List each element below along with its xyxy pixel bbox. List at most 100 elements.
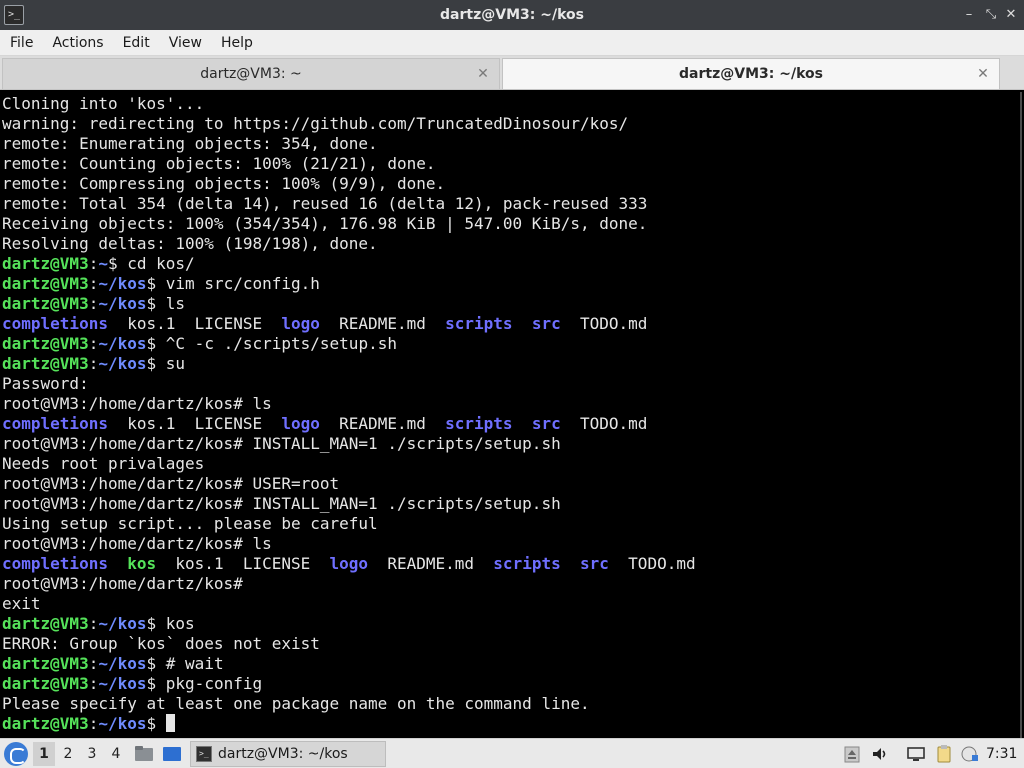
terminal-text: Please specify at least one package name…: [2, 694, 590, 713]
terminal-line: root@VM3:/home/dartz/kos# ls: [2, 534, 1020, 554]
menu-bar: File Actions Edit View Help: [0, 30, 1024, 56]
terminal-output[interactable]: Cloning into 'kos'... warning: redirectin…: [0, 92, 1022, 738]
terminal-text: dartz@VM3: [2, 274, 89, 293]
menu-file[interactable]: File: [0, 30, 42, 56]
terminal-text: src: [531, 314, 561, 333]
terminal-text: completions: [2, 414, 108, 433]
terminal-text: README.md: [319, 314, 446, 333]
terminal-text: :: [88, 274, 99, 293]
terminal-line: dartz@VM3:~/kos$ pkg-config: [2, 674, 1020, 694]
terminal-text: ~/kos: [98, 294, 147, 313]
menu-edit[interactable]: Edit: [113, 30, 159, 56]
workspace-2[interactable]: 2: [57, 742, 79, 766]
tab-close-icon[interactable]: ✕: [475, 59, 491, 90]
updates-icon[interactable]: [960, 744, 980, 764]
menu-view[interactable]: View: [159, 30, 211, 56]
clipboard-icon[interactable]: [934, 744, 954, 764]
terminal-text: $: [146, 714, 166, 733]
terminal-text: scripts: [493, 554, 561, 573]
terminal-text: scripts: [445, 314, 513, 333]
terminal-line: Please specify at least one package name…: [2, 694, 1020, 714]
terminal-line: ERROR: Group `kos` does not exist: [2, 634, 1020, 654]
menu-help[interactable]: Help: [211, 30, 262, 56]
workspace-1[interactable]: 1: [33, 742, 55, 766]
terminal-line: dartz@VM3:~/kos$ # wait: [2, 654, 1020, 674]
terminal-text: dartz@VM3: [2, 714, 89, 733]
start-menu-icon[interactable]: [4, 742, 28, 766]
terminal-text: README.md: [368, 554, 494, 573]
network-icon[interactable]: [906, 744, 926, 764]
terminal-text: src: [531, 414, 561, 433]
terminal-text: logo: [281, 414, 320, 433]
close-icon: ✕: [1005, 7, 1017, 22]
eject-icon[interactable]: [842, 744, 862, 764]
terminal-text: $ pkg-config: [146, 674, 263, 693]
terminal-line: Password:: [2, 374, 1020, 394]
terminal-line: Receiving objects: 100% (354/354), 176.9…: [2, 214, 1020, 234]
terminal-line: root@VM3:/home/dartz/kos# INSTALL_MAN=1 …: [2, 434, 1020, 454]
terminal-text: $ su: [146, 354, 186, 373]
terminal-text: root@VM3:/home/dartz/kos# INSTALL_MAN=1 …: [2, 434, 561, 453]
workspace-4[interactable]: 4: [105, 742, 127, 766]
tab-close-icon[interactable]: ✕: [975, 59, 991, 90]
taskbar-window-terminal[interactable]: >_ dartz@VM3: ~/kos: [190, 741, 386, 767]
volume-icon[interactable]: [870, 744, 890, 764]
terminal-text: Using setup script... please be careful: [2, 514, 378, 533]
terminal-text: exit: [2, 594, 41, 613]
terminal-text: README.md: [319, 414, 446, 433]
tab-bar: dartz@VM3: ~ ✕ dartz@VM3: ~/kos ✕: [0, 56, 1024, 90]
terminal-text: dartz@VM3: [2, 354, 89, 373]
terminal-text: TODO.md: [560, 314, 648, 333]
clock[interactable]: 7:31: [986, 739, 1017, 768]
terminal-text: src: [580, 554, 609, 573]
terminal-text: Needs root privalages: [2, 454, 205, 473]
terminal-text: dartz@VM3: [2, 254, 89, 273]
terminal-line: root@VM3:/home/dartz/kos# USER=root: [2, 474, 1020, 494]
taskbar: 1 2 3 4 >_ dartz@VM3: ~/kos 7:31: [0, 738, 1024, 768]
terminal-text: Resolving deltas: 100% (198/198), done.: [2, 234, 378, 253]
terminal-text: scripts: [445, 414, 513, 433]
tab-label: dartz@VM3: ~: [200, 66, 302, 82]
terminal-text: dartz@VM3: [2, 654, 89, 673]
terminal-text: completions: [2, 314, 108, 333]
terminal-text: dartz@VM3: [2, 294, 89, 313]
terminal-line: remote: Total 354 (delta 14), reused 16 …: [2, 194, 1020, 214]
terminal-text: $ ls: [146, 294, 186, 313]
terminal-line: exit: [2, 594, 1020, 614]
maximize-button[interactable]: ⤡: [982, 6, 1000, 24]
terminal-text: :: [88, 254, 99, 273]
menu-actions[interactable]: Actions: [42, 30, 112, 56]
terminal-text: kos.1 LICENSE: [156, 554, 330, 573]
terminal-line: remote: Counting objects: 100% (21/21), …: [2, 154, 1020, 174]
minimize-button[interactable]: –: [960, 6, 978, 24]
terminal-text: remote: Compressing objects: 100% (9/9),…: [2, 174, 446, 193]
tab-kos[interactable]: dartz@VM3: ~/kos ✕: [502, 58, 1000, 89]
terminal-line: completions kos.1 LICENSE logo README.md…: [2, 314, 1020, 334]
terminal-icon: >_: [196, 746, 212, 762]
terminal-line: remote: Enumerating objects: 354, done.: [2, 134, 1020, 154]
desktop-icon[interactable]: [162, 744, 182, 764]
terminal-text: :: [88, 674, 99, 693]
terminal-text: logo: [281, 314, 320, 333]
window-titlebar[interactable]: >_ dartz@VM3: ~/kos – ⤡ ✕: [0, 0, 1024, 30]
close-button[interactable]: ✕: [1002, 6, 1020, 24]
terminal-text: $ kos: [146, 614, 195, 633]
tab-label: dartz@VM3: ~/kos: [679, 66, 823, 82]
terminal-text: dartz@VM3: [2, 674, 89, 693]
terminal-text: remote: Total 354 (delta 14), reused 16 …: [2, 194, 648, 213]
terminal-text: :: [88, 294, 99, 313]
terminal-text: Cloning into 'kos'...: [2, 94, 205, 113]
terminal-text: :: [88, 654, 99, 673]
terminal-text: $ vim src/config.h: [146, 274, 320, 293]
terminal-text: root@VM3:/home/dartz/kos# INSTALL_MAN=1 …: [2, 494, 561, 513]
terminal-line: completions kos kos.1 LICENSE logo READM…: [2, 554, 1020, 574]
terminal-text: warning: redirecting to https://github.c…: [2, 114, 629, 133]
terminal-line: warning: redirecting to https://github.c…: [2, 114, 1020, 134]
tab-home[interactable]: dartz@VM3: ~ ✕: [2, 58, 500, 89]
file-manager-icon[interactable]: [134, 744, 154, 764]
terminal-text: Receiving objects: 100% (354/354), 176.9…: [2, 214, 648, 233]
terminal-text: Password:: [2, 374, 89, 393]
terminal-text: root@VM3:/home/dartz/kos# USER=root: [2, 474, 340, 493]
workspace-3[interactable]: 3: [81, 742, 103, 766]
terminal-text: ~/kos: [98, 354, 147, 373]
